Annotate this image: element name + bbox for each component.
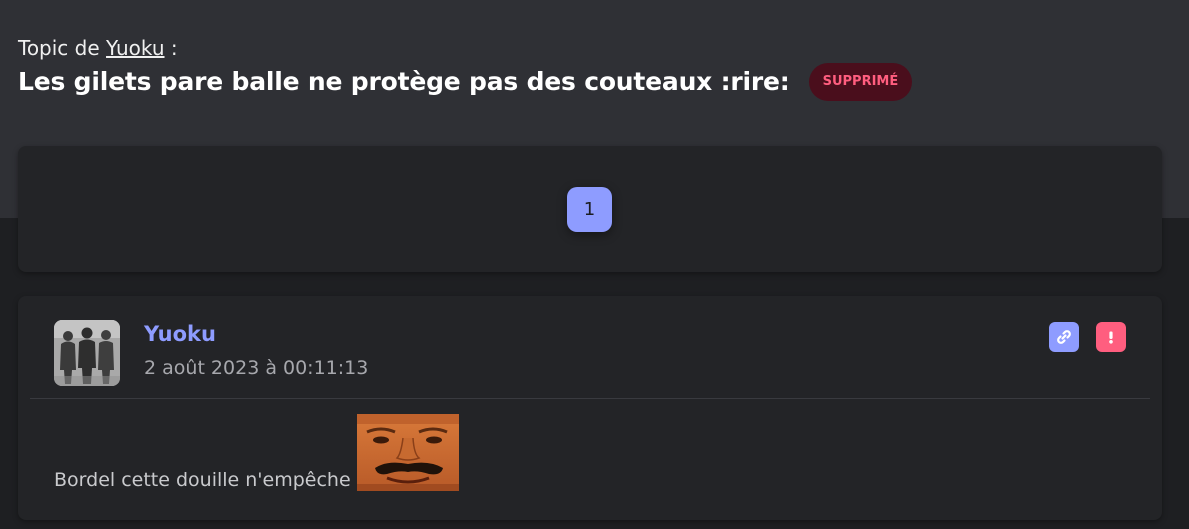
avatar-image <box>54 320 120 386</box>
permalink-button[interactable] <box>1049 322 1079 352</box>
topic-header: Topic de Yuoku : Les gilets pare balle n… <box>18 34 1168 102</box>
title-row: Les gilets pare balle ne protège pas des… <box>18 62 1168 102</box>
topic-author-link[interactable]: Yuoku <box>106 36 164 60</box>
deleted-badge: SUPPRIMÉ <box>808 63 913 101</box>
link-icon <box>1057 330 1071 344</box>
post-date: 2 août 2023 à 00:11:13 <box>144 357 369 379</box>
report-button[interactable] <box>1096 322 1126 352</box>
post-divider <box>30 398 1150 399</box>
post-author[interactable]: Yuoku <box>144 322 216 346</box>
post-body: Bordel cette douille n'empêche <box>54 411 459 491</box>
avatar[interactable] <box>54 320 120 386</box>
report-icon <box>1109 331 1113 344</box>
post-card: Yuoku 2 août 2023 à 00:11:13 Bordel cett… <box>18 296 1162 520</box>
topic-prefix: Topic de <box>18 36 100 60</box>
topic-suffix: : <box>164 36 178 60</box>
topic-author-line: Topic de Yuoku : <box>18 34 1168 62</box>
post-text: Bordel cette douille n'empêche <box>54 469 351 491</box>
page-1-button[interactable]: 1 <box>567 187 612 232</box>
risitas-sticker-image <box>356 414 459 491</box>
pagination-card: 1 <box>18 146 1162 272</box>
topic-title: Les gilets pare balle ne protège pas des… <box>18 67 790 96</box>
